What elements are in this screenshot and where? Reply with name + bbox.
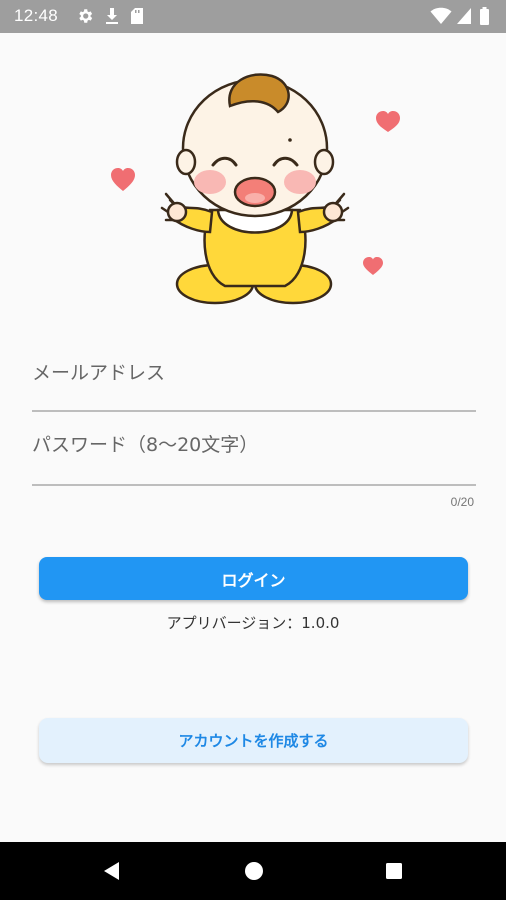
recents-icon[interactable]: [383, 860, 405, 882]
back-icon[interactable]: [101, 860, 123, 882]
email-field-container: [32, 362, 476, 412]
email-underline: [32, 410, 476, 412]
home-icon[interactable]: [243, 860, 265, 882]
download-icon: [106, 8, 118, 24]
wifi-icon: [430, 7, 452, 25]
battery-icon: [480, 7, 489, 25]
password-char-counter: 0/20: [450, 495, 474, 509]
password-input[interactable]: [32, 434, 476, 456]
heart-icon: [363, 257, 383, 275]
heart-icon: [376, 111, 400, 132]
status-bar: 12:48: [0, 0, 506, 33]
system-navigation-bar: [0, 842, 506, 900]
gear-icon: [79, 9, 93, 23]
status-time: 12:48: [14, 6, 59, 25]
email-input[interactable]: [32, 362, 476, 384]
app-version-text: アプリバージョン：1.0.0: [166, 614, 340, 632]
baby-mascot-illustration: [111, 73, 400, 305]
login-button[interactable]: ログイン: [39, 557, 468, 600]
password-field-container: [32, 434, 476, 486]
password-underline: [32, 484, 476, 486]
create-account-button[interactable]: アカウントを作成する: [39, 718, 468, 763]
sd-card-icon: [131, 8, 143, 24]
heart-icon: [111, 168, 135, 191]
signal-icon: [457, 8, 471, 24]
